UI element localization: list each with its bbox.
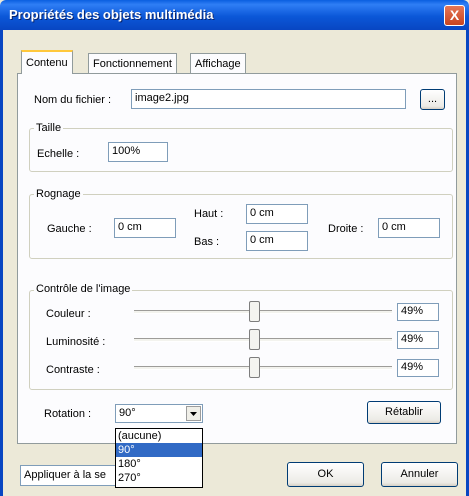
rotation-option-270[interactable]: 270° [116,471,202,485]
tab-contenu[interactable]: Contenu [21,50,73,74]
browse-button[interactable]: ... [420,89,445,110]
dialog-window: Propriétés des objets multimédia X Conte… [0,0,469,496]
taille-group [29,128,453,172]
luminosite-value-field[interactable]: 49% [397,331,439,349]
contraste-label: Contraste : [46,364,100,376]
haut-field[interactable]: 0 cm [246,204,308,224]
title-bar: Propriétés des objets multimédia X [0,0,469,30]
tab-fonctionnement[interactable]: Fonctionnement [88,53,177,74]
luminosite-slider-thumb[interactable] [249,329,260,350]
close-icon[interactable]: X [444,5,465,26]
chevron-down-icon[interactable] [186,406,201,421]
gauche-field[interactable]: 0 cm [114,218,176,238]
window-title: Propriétés des objets multimédia [9,7,214,22]
tab-affichage[interactable]: Affichage [190,53,246,74]
controle-legend: Contrôle de l'image [34,282,133,296]
rotation-option-90[interactable]: 90° [116,443,202,457]
couleur-label: Couleur : [46,308,91,320]
bas-field[interactable]: 0 cm [246,231,308,251]
taille-legend: Taille [34,121,64,135]
droite-label: Droite : [328,223,364,235]
apply-to-field[interactable]: Appliquer à la se [20,465,116,486]
luminosite-label: Luminosité : [46,336,106,348]
rognage-legend: Rognage [34,187,83,201]
couleur-slider-thumb[interactable] [249,301,260,322]
contraste-value-field[interactable]: 49% [397,359,439,377]
couleur-slider-track [134,310,392,314]
rotation-option-180[interactable]: 180° [116,457,202,471]
reset-button[interactable]: Rétablir [367,401,441,424]
contraste-slider-track [134,366,392,370]
couleur-value-field[interactable]: 49% [397,303,439,321]
cancel-button[interactable]: Annuler [381,462,458,487]
rotation-label: Rotation : [44,408,92,420]
rotation-dropdown-list: (aucune) 90° 180° 270° [115,428,203,488]
rotation-selected-value: 90° [119,407,136,419]
echelle-field[interactable]: 100% [108,142,168,162]
luminosite-slider-track [134,338,392,342]
rotation-select[interactable]: 90° [115,404,203,423]
file-name-field[interactable]: image2.jpg [131,89,406,109]
bas-label: Bas : [194,236,220,248]
file-label: Nom du fichier : [34,94,112,106]
echelle-label: Echelle : [37,148,80,160]
gauche-label: Gauche : [47,223,92,235]
droite-field[interactable]: 0 cm [378,218,440,238]
rotation-option-none[interactable]: (aucune) [116,429,202,443]
contraste-slider-thumb[interactable] [249,357,260,378]
ok-button[interactable]: OK [287,462,364,487]
haut-label: Haut : [194,208,224,220]
window-border-left [0,30,3,496]
